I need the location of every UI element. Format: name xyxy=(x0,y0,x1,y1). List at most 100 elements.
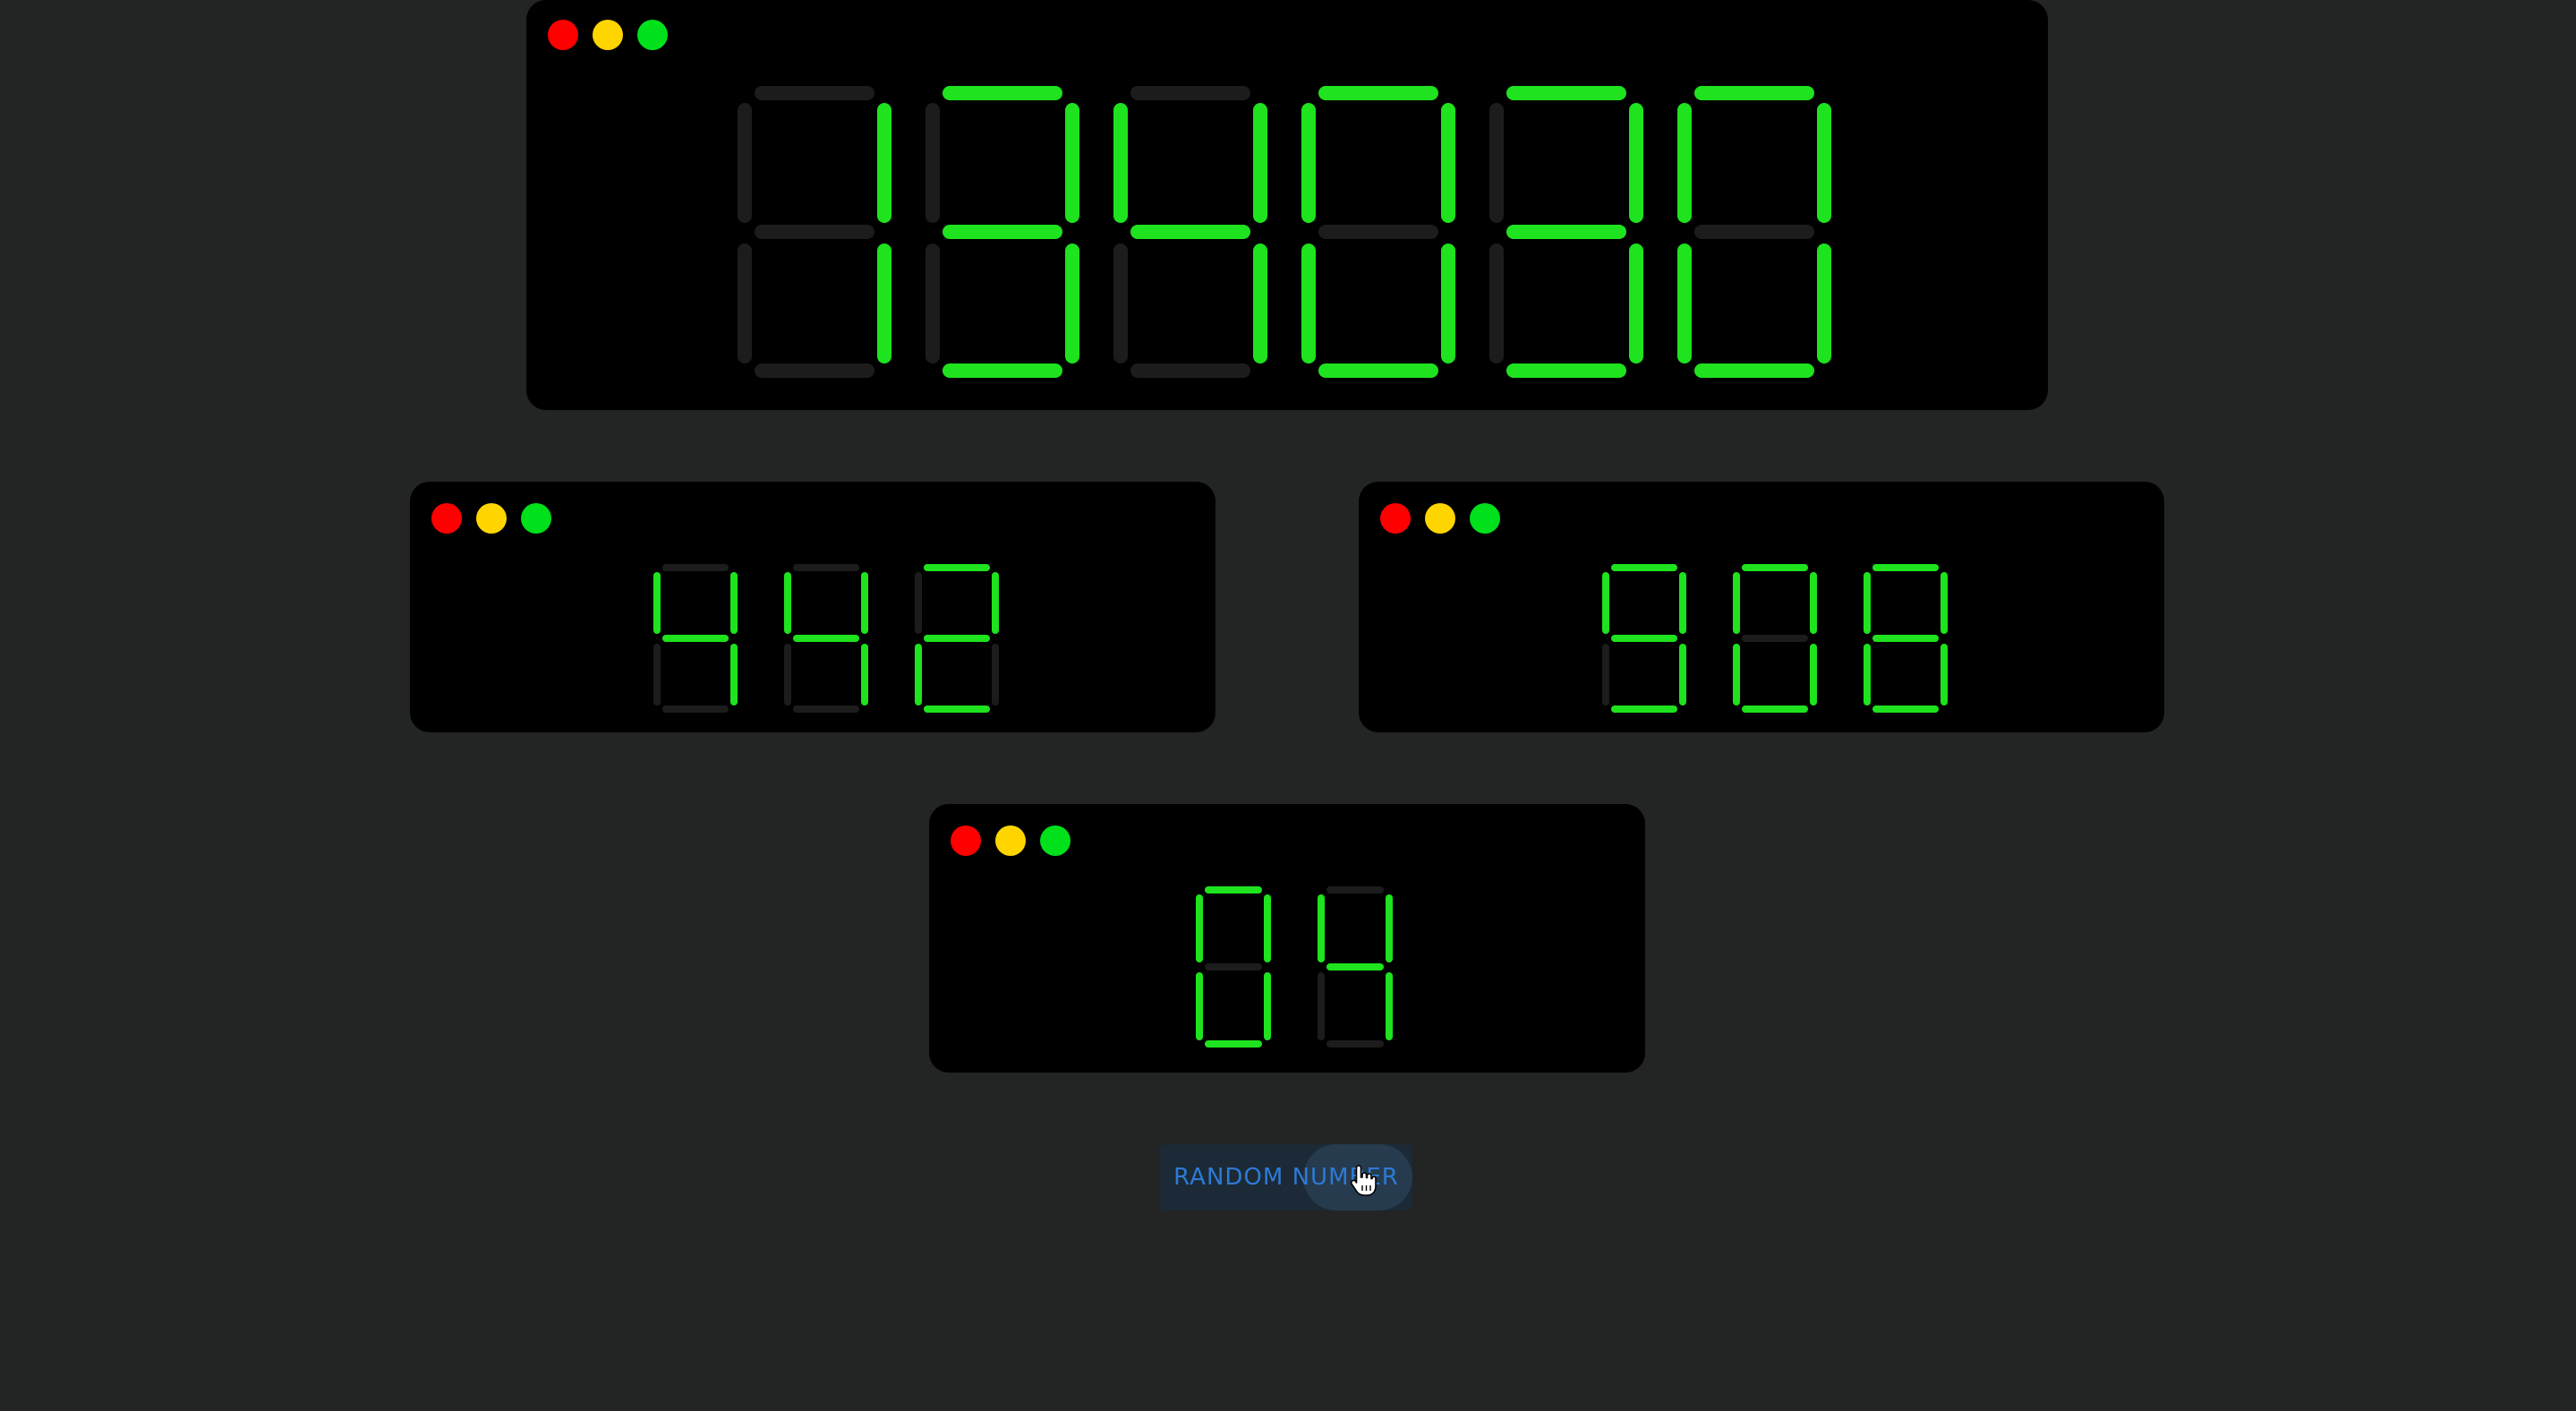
segment-top-right xyxy=(992,572,999,634)
segment-top-right xyxy=(1441,102,1455,223)
segment-top xyxy=(943,86,1062,100)
segment-bottom-right xyxy=(1441,243,1455,363)
minimize-dot[interactable] xyxy=(476,503,507,534)
close-dot[interactable] xyxy=(548,20,578,50)
segment-middle xyxy=(792,635,860,642)
segment-top-left xyxy=(784,572,791,634)
segment-top xyxy=(792,564,860,571)
segment-bottom xyxy=(1872,706,1940,713)
segment-top xyxy=(1872,564,1940,571)
segment-middle xyxy=(943,225,1062,239)
large-display-window: 134030 xyxy=(526,0,2048,410)
segment-bottom xyxy=(1130,363,1250,378)
digit-3 xyxy=(1864,564,1948,713)
segment-bottom-left xyxy=(1113,243,1128,363)
segment-bottom-left xyxy=(738,243,752,363)
digit-1 xyxy=(653,564,738,713)
digit-1 xyxy=(1196,886,1271,1048)
segment-bottom-left xyxy=(1602,644,1609,706)
segment-bottom-right xyxy=(1810,644,1817,706)
segment-bottom-left xyxy=(925,243,940,363)
segment-top-right xyxy=(1253,102,1267,223)
segment-top xyxy=(923,564,991,571)
segment-top-left xyxy=(1864,572,1871,634)
segment-bottom xyxy=(755,363,874,378)
segment-bottom-left xyxy=(784,644,791,706)
maximize-dot[interactable] xyxy=(637,20,668,50)
display-right-value: 908 xyxy=(1359,482,1360,483)
segment-top-right xyxy=(1065,102,1079,223)
digit-2 xyxy=(1733,564,1817,713)
maximize-dot[interactable] xyxy=(1470,503,1500,534)
digit-2 xyxy=(925,86,1079,378)
segment-middle xyxy=(1204,963,1263,971)
segment-top-left xyxy=(1602,572,1609,634)
digit-6 xyxy=(1677,86,1831,378)
close-dot[interactable] xyxy=(1380,503,1411,534)
display-left-value: 442 xyxy=(410,482,411,483)
segment-middle xyxy=(923,635,991,642)
segment-bottom-left xyxy=(1489,243,1504,363)
digit-2 xyxy=(784,564,868,713)
segment-top-right xyxy=(861,572,868,634)
digit-3 xyxy=(915,564,999,713)
minimize-dot[interactable] xyxy=(593,20,623,50)
segment-middle xyxy=(1741,635,1809,642)
segment-bottom-left xyxy=(1733,644,1740,706)
segment-top-left xyxy=(1196,894,1203,962)
segment-bottom-left xyxy=(1196,972,1203,1040)
digit-1 xyxy=(738,86,891,378)
segment-bottom xyxy=(1326,1040,1385,1048)
segment-bottom-right xyxy=(1941,644,1948,706)
close-dot[interactable] xyxy=(431,503,462,534)
segment-top xyxy=(1130,86,1250,100)
display-large-value: 134030 xyxy=(526,0,527,1)
segment-top-right xyxy=(1679,572,1686,634)
segment-top xyxy=(661,564,729,571)
digit-3 xyxy=(1113,86,1267,378)
segment-bottom xyxy=(1694,363,1814,378)
hand-pointer-icon xyxy=(1350,1165,1377,1196)
segment-middle xyxy=(1130,225,1250,239)
segment-bottom-right xyxy=(1065,243,1079,363)
segment-bottom-right xyxy=(1253,243,1267,363)
digit-5 xyxy=(1489,86,1643,378)
segment-bottom-left xyxy=(1864,644,1871,706)
minimize-dot[interactable] xyxy=(1425,503,1455,534)
segment-top-left xyxy=(1677,102,1692,223)
maximize-dot[interactable] xyxy=(1040,825,1070,856)
segment-top-right xyxy=(1386,894,1393,962)
segment-middle xyxy=(1326,963,1385,971)
digit-2 xyxy=(1318,886,1393,1048)
segment-bottom xyxy=(923,706,991,713)
segment-middle xyxy=(755,225,874,239)
segment-top-left xyxy=(1733,572,1740,634)
segment-top-right xyxy=(877,102,891,223)
segment-bottom xyxy=(943,363,1062,378)
segment-top-left xyxy=(738,102,752,223)
segment-bottom-right xyxy=(1679,644,1686,706)
segment-bottom-left xyxy=(1301,243,1316,363)
segment-top xyxy=(1694,86,1814,100)
minimize-dot[interactable] xyxy=(995,825,1026,856)
right-display-window: 908 xyxy=(1359,482,2164,732)
segment-bottom-left xyxy=(653,644,661,706)
segment-top-left xyxy=(653,572,661,634)
segment-top xyxy=(1204,886,1263,894)
segment-middle xyxy=(661,635,729,642)
segment-top xyxy=(1318,86,1438,100)
segment-top-left xyxy=(1489,102,1504,223)
segment-bottom-right xyxy=(992,644,999,706)
segment-bottom-left xyxy=(915,644,922,706)
left-display-window: 442 xyxy=(410,482,1215,732)
segment-bottom-left xyxy=(1318,972,1325,1040)
segment-top xyxy=(1326,886,1385,894)
close-dot[interactable] xyxy=(951,825,981,856)
segment-top xyxy=(1610,564,1678,571)
segment-bottom xyxy=(1204,1040,1263,1048)
maximize-dot[interactable] xyxy=(521,503,551,534)
segment-bottom xyxy=(792,706,860,713)
segment-bottom xyxy=(661,706,729,713)
segment-top-right xyxy=(1629,102,1643,223)
segment-top-right xyxy=(1817,102,1831,223)
